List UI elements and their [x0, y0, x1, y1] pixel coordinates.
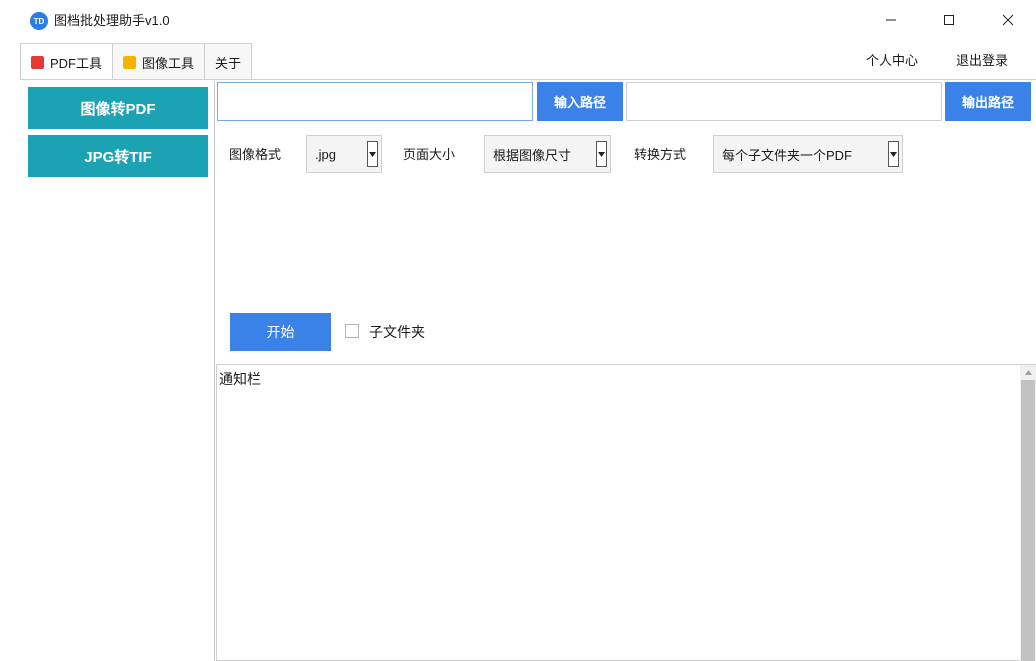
tab-strip: PDF工具 图像工具 关于 — [20, 43, 253, 80]
maximize-button[interactable] — [926, 6, 972, 34]
scroll-up-button[interactable] — [1020, 364, 1036, 380]
image-icon — [123, 55, 137, 69]
chevron-down-icon — [367, 141, 378, 167]
window-title: 图档批处理助手v1.0 — [54, 13, 170, 28]
tab-pdf-tools[interactable]: PDF工具 — [20, 43, 114, 80]
image-format-select[interactable]: .jpg — [306, 135, 382, 173]
page-size-value: 根据图像尺寸 — [493, 147, 572, 163]
start-button[interactable]: 开始 — [230, 313, 331, 351]
convert-mode-label: 转换方式 — [634, 147, 687, 162]
tab-label: 关于 — [215, 55, 242, 71]
notice-panel[interactable] — [216, 364, 1020, 661]
tab-label: PDF工具 — [50, 55, 103, 71]
scrollbar-thumb[interactable] — [1021, 380, 1035, 661]
tab-about[interactable]: 关于 — [204, 43, 253, 80]
chevron-down-icon — [888, 141, 899, 167]
notice-text: 通知栏 — [219, 371, 261, 387]
logout-link[interactable]: 退出登录 — [956, 52, 1008, 70]
input-path-field[interactable] — [217, 82, 533, 121]
personal-center-link[interactable]: 个人中心 — [866, 52, 918, 70]
tab-image-tools[interactable]: 图像工具 — [112, 43, 206, 80]
minimize-icon — [886, 19, 896, 21]
maximize-icon — [944, 15, 954, 25]
image-format-label: 图像格式 — [229, 147, 282, 162]
subfolder-label: 子文件夹 — [369, 324, 425, 340]
pdf-icon — [31, 55, 44, 69]
output-path-field[interactable] — [626, 82, 942, 121]
page-size-label: 页面大小 — [403, 147, 456, 162]
image-format-value: .jpg — [315, 146, 336, 162]
close-icon — [1002, 14, 1014, 26]
output-path-button[interactable]: 输出路径 — [945, 82, 1031, 121]
input-path-button[interactable]: 输入路径 — [537, 82, 623, 121]
page-size-select[interactable]: 根据图像尺寸 — [484, 135, 611, 173]
convert-mode-select[interactable]: 每个子文件夹一个PDF — [713, 135, 903, 173]
app-logo: TD — [30, 12, 48, 30]
close-button[interactable] — [985, 6, 1031, 34]
minimize-button[interactable] — [868, 6, 914, 34]
sidebar-item-jpg-to-tif[interactable]: JPG转TIF — [28, 135, 208, 177]
chevron-up-icon — [1024, 369, 1032, 375]
subfolder-checkbox[interactable] — [345, 324, 359, 338]
tab-label: 图像工具 — [142, 55, 195, 71]
chevron-down-icon — [596, 141, 607, 167]
sidebar-item-image-to-pdf[interactable]: 图像转PDF — [28, 87, 208, 129]
convert-mode-value: 每个子文件夹一个PDF — [722, 147, 853, 163]
